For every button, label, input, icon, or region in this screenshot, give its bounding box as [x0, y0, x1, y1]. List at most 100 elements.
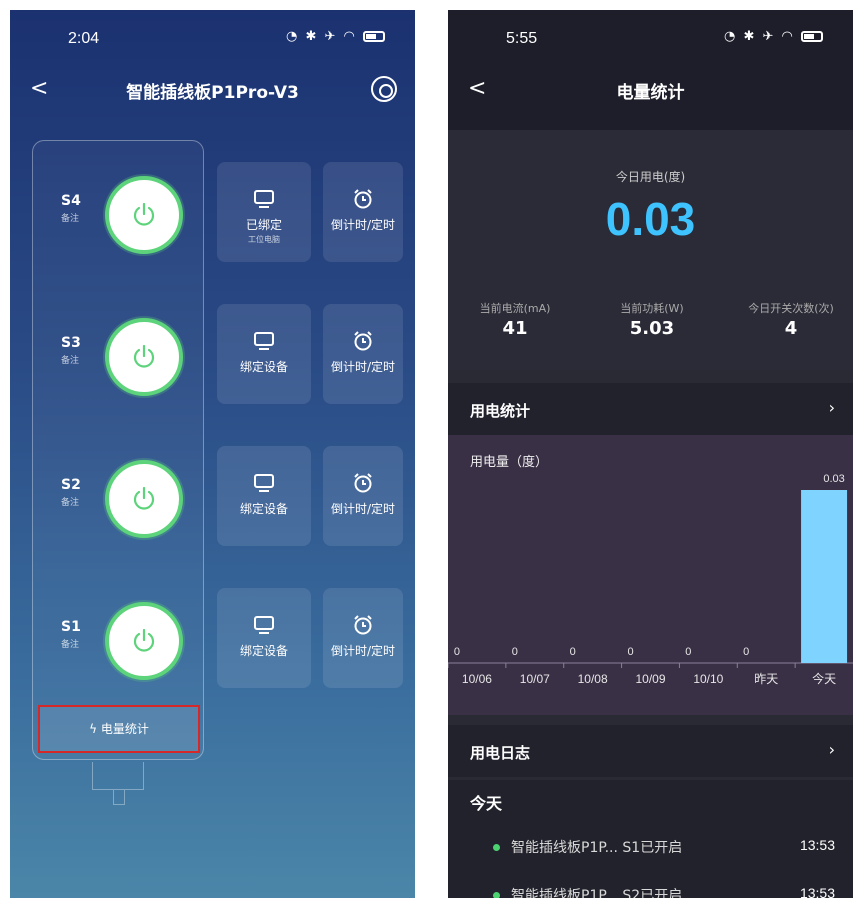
energy-stats-label: 电量统计 [100, 722, 149, 736]
page-title: 电量统计 [616, 83, 685, 103]
chart-tick-label: 10/10 [693, 672, 723, 686]
metric-label: 当前功耗(W) [620, 302, 684, 315]
status-time: 2:04 [68, 30, 100, 47]
chart-tick-label: 今天 [812, 671, 836, 686]
usage-log-header[interactable]: 用电日志 › [448, 725, 853, 777]
alarm-clock-icon [354, 331, 372, 351]
timer-label: 倒计时/定时 [330, 360, 396, 374]
bind-label: 绑定设备 [239, 360, 288, 374]
socket-note[interactable]: 备注 [61, 353, 81, 366]
chart-value-label: 0 [627, 646, 633, 658]
settings-icon[interactable] [371, 76, 397, 102]
alarm-clock-icon [354, 473, 372, 493]
socket-name: S1 [61, 619, 81, 635]
socket-note[interactable]: 备注 [61, 211, 81, 224]
metric-value: 41 [502, 318, 528, 339]
status-dot [493, 892, 500, 898]
usage-stats-header[interactable]: 用电统计 › [448, 383, 853, 435]
timer-tile-s2[interactable]: 倒计时/定时 [323, 446, 403, 546]
monitor-icon [254, 332, 274, 350]
chart-value-label: 0.03 [823, 473, 844, 485]
metric-switch-count: 今日开关次数(次) 4 [726, 300, 853, 339]
timer-label: 倒计时/定时 [330, 644, 396, 658]
battery-icon [363, 31, 385, 42]
log-row[interactable]: 智能插线板P1P... S2已开启 13:53 [448, 880, 853, 898]
power-button-s2[interactable] [105, 460, 183, 538]
chart-tick-label: 10/07 [520, 672, 550, 686]
today-usage-value: 0.03 [605, 193, 696, 245]
socket-name: S2 [61, 477, 81, 493]
bind-label: 绑定设备 [239, 502, 288, 516]
monitor-icon [254, 616, 274, 634]
log-text: 智能插线板P1P... S1已开启 [511, 840, 683, 856]
chevron-right-icon: › [828, 740, 835, 759]
metric-current: 当前电流(mA) 41 [450, 300, 580, 339]
status-dot [493, 844, 500, 851]
usage-chart: 用电量（度） 0 10/06 0 10/07 0 10/08 0 10/09 0 10/10 0 昨天… [448, 435, 853, 715]
status-bar: 2:04 ◔ ✱ ✈ ◠ [10, 10, 415, 62]
socket-note[interactable]: 备注 [61, 495, 81, 508]
socket-note[interactable]: 备注 [61, 637, 81, 650]
monitor-icon [254, 474, 274, 492]
usage-log: 今天 智能插线板P1P... S1已开启 13:53 智能插线板P1P... S… [448, 780, 853, 898]
bind-label: 已绑定 [245, 218, 282, 232]
energy-stats-button[interactable]: ϟ 电量统计 [38, 705, 200, 753]
chart-value-label: 0 [570, 646, 576, 658]
socket-label: S2 备注 [61, 477, 81, 508]
bind-label: 绑定设备 [239, 644, 288, 658]
timer-tile-s3[interactable]: 倒计时/定时 [323, 304, 403, 404]
chart-value-label: 0 [743, 646, 749, 658]
chart-tick-label: 昨天 [754, 672, 778, 686]
device-control-screen: 2:04 ◔ ✱ ✈ ◠ < 智能插线板P1Pro-V3 S4 备注 S3 备注 [10, 10, 415, 898]
metric-label: 今日开关次数(次) [748, 302, 834, 315]
metric-label: 当前电流(mA) [479, 302, 551, 315]
log-time: 13:53 [799, 885, 835, 898]
power-button-s3[interactable] [105, 318, 183, 396]
socket-name: S3 [61, 335, 81, 351]
power-icon [133, 486, 155, 510]
today-usage-label: 今日用电(度) [615, 170, 686, 184]
log-text: 智能插线板P1P... S2已开启 [511, 888, 683, 898]
power-strip: S4 备注 S3 备注 S2 备注 S1 备注 [32, 140, 204, 760]
power-icon [133, 628, 155, 652]
alarm-clock-icon [354, 189, 372, 209]
plug-outline [92, 762, 144, 805]
lightning-icon: ϟ [89, 722, 98, 736]
status-bar: 5:55 ◔ ✱ ✈ ◠ [448, 10, 853, 62]
usage-stats-title: 用电统计 [470, 402, 531, 420]
power-icon [133, 202, 155, 226]
power-button-s1[interactable] [105, 602, 183, 680]
metric-value: 4 [784, 318, 798, 339]
status-icons: ◔ ✱ ✈ ◠ [286, 29, 385, 44]
log-time: 13:53 [799, 837, 835, 853]
socket-row-s1: S1 备注 [33, 597, 203, 687]
chart-tick-label: 10/08 [578, 672, 608, 686]
timer-label: 倒计时/定时 [330, 218, 396, 232]
chart-svg: 0 10/06 0 10/07 0 10/08 0 10/09 0 10/10 0 昨天 0.03 今天 [448, 473, 853, 686]
energy-stats-screen: 5:55 ◔ ✱ ✈ ◠ < 电量统计 今日用电(度) 0.03 当前电流(mA… [448, 10, 853, 898]
metric-power: 当前功耗(W) 5.03 [587, 300, 717, 339]
battery-icon [801, 31, 823, 42]
socket-row-s4: S4 备注 [33, 171, 203, 261]
chart-value-label: 0 [454, 646, 460, 658]
power-icon [133, 344, 155, 368]
today-summary: 今日用电(度) 0.03 当前电流(mA) 41 当前功耗(W) 5.03 今日… [448, 130, 853, 370]
socket-row-s3: S3 备注 [33, 313, 203, 403]
bind-device-tile-s3[interactable]: 绑定设备 [217, 304, 311, 404]
socket-label: S3 备注 [61, 335, 81, 366]
timer-tile-s1[interactable]: 倒计时/定时 [323, 588, 403, 688]
log-day: 今天 [470, 794, 503, 813]
log-row[interactable]: 智能插线板P1P... S1已开启 13:53 [448, 832, 853, 862]
page-title: 智能插线板P1Pro-V3 [126, 83, 299, 103]
power-button-s4[interactable] [105, 176, 183, 254]
bind-device-tile-s1[interactable]: 绑定设备 [217, 588, 311, 688]
chevron-right-icon: › [828, 398, 835, 417]
chart-tick-label: 10/09 [635, 672, 665, 686]
socket-label: S4 备注 [61, 193, 81, 224]
status-time: 5:55 [506, 30, 538, 47]
socket-name: S4 [61, 193, 81, 209]
bind-device-tile-s4[interactable]: 已绑定 工位电脑 [217, 162, 311, 262]
chart-value-label: 0 [685, 646, 691, 658]
timer-tile-s4[interactable]: 倒计时/定时 [323, 162, 403, 262]
bind-device-tile-s2[interactable]: 绑定设备 [217, 446, 311, 546]
